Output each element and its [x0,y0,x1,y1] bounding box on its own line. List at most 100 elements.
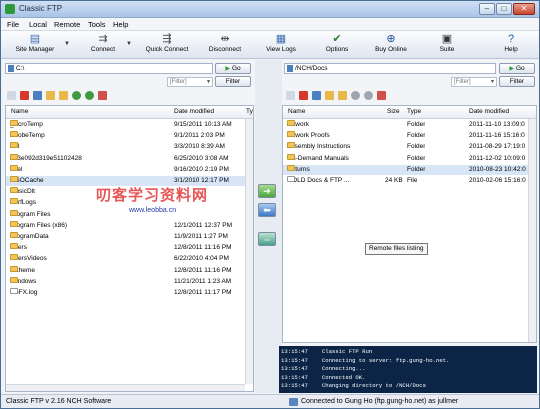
table-row[interactable]: Returns Folder 2010-08-23 10:42:0 [283,164,536,175]
local-go-button[interactable]: ▶ Go [215,63,251,74]
menu-tools[interactable]: Tools [88,20,106,29]
date-cell: 12/8/2011 11:16 PM [174,266,232,274]
forward-icon[interactable] [84,91,94,100]
table-row[interactable]: On-Demand Manuals Folder 2011-12-02 10:09:… [283,153,536,164]
menu-file[interactable]: File [7,20,19,29]
back-icon[interactable] [71,91,81,100]
log-message: Connected OK. [321,373,366,381]
col-date-modified[interactable]: Date modified [174,108,214,115]
suite-button[interactable]: ▣ Suite [431,33,463,57]
drive-icon [8,65,14,72]
chevron-down-icon[interactable]: ▼ [490,78,495,86]
disconnect-button[interactable]: ⇹ Disconnect [203,33,247,57]
quick-connect-button[interactable]: ⇶ Quick Connect [141,33,193,57]
connect-label: Connect [90,46,116,53]
properties-icon[interactable] [311,91,321,100]
forward-icon[interactable] [363,91,373,100]
folder-icon [287,153,295,160]
table-row[interactable]: ProgramData11/9/2011 1:27 PMFil [6,232,253,242]
properties-icon[interactable] [32,91,42,100]
view-icon[interactable] [7,91,16,100]
menu-help[interactable]: Help [113,20,128,29]
log-time: 13:15:47 [281,348,308,355]
buy-online-button[interactable]: ⊕ Buy Online [369,33,413,57]
delete-icon[interactable] [298,91,308,100]
upload-arrow-icon[interactable]: ➔ [258,184,276,198]
table-row[interactable]: Artwork Folder 2011-11-10 13:09:0 [283,120,536,130]
local-filter-placeholder: [Filter] [170,79,187,85]
col-type[interactable]: Type [407,108,421,115]
local-path-input[interactable]: C:\ [5,63,213,74]
minimize-icon[interactable]: – [479,3,495,15]
chevron-down-icon[interactable]: ▼ [206,78,211,86]
quick-connect-label: Quick Connect [145,46,189,53]
up-folder-icon[interactable] [45,91,55,100]
table-row[interactable]: GOLD Docs & FTP ... 24 KB File 2010-02-06 1… [283,176,536,186]
up-folder-icon[interactable] [337,91,347,100]
sync-arrow-icon[interactable]: ⇔ [258,232,276,246]
col-size[interactable]: Size [387,108,400,115]
chevron-down-icon[interactable]: ▼ [126,41,132,47]
local-filter-input[interactable]: [Filter] ▼ [167,77,213,87]
table-row[interactable]: UsersVideos6/22/2010 4:04 PMFil [6,254,253,264]
file-name: Assembly Instructions [287,143,351,151]
file-name-cell: _AcroTemp [10,120,170,130]
status-connection: Connected to Gung Ho (ftp.gung-ho.net) a… [301,398,459,405]
view-icon[interactable] [286,91,295,100]
table-row[interactable]: ATI3/3/2010 8:39 AMFil [6,142,253,152]
site-manager-button[interactable]: ▤ Site Manager ▼ [7,33,70,57]
chevron-down-icon[interactable]: ▼ [64,41,70,47]
table-row[interactable]: uxtheme12/8/2011 11:16 PMFil [6,265,253,276]
toolbar: ▤ Site Manager ▼ ⇉ Connect ▼ ⇶ Quick Con… [1,31,539,59]
table-row[interactable]: Users12/8/2011 11:16 PMFil [6,243,253,253]
local-path-text: C:\ [16,65,25,72]
col-type[interactable]: Ty [246,108,253,115]
date-cell: 12/8/2011 11:17 PM [174,289,232,296]
table-row[interactable]: Program Files (x86)12/1/2011 12:37 PMFil [6,220,253,231]
table-row[interactable]: Intel9/16/2010 2:19 PMFil [6,164,253,175]
help-button[interactable]: ? Help [497,33,525,57]
menu-remote[interactable]: Remote [54,20,80,29]
delete-icon[interactable] [19,91,29,100]
download-arrow-icon[interactable]: ⬅ [258,203,276,217]
remote-path-text: /NCH/Docs [295,65,328,72]
col-name[interactable]: Name [11,108,28,115]
site-manager-label: Site Manager [15,46,55,53]
new-folder-icon[interactable] [58,91,68,100]
local-vertical-scrollbar[interactable] [245,119,253,384]
table-row[interactable]: AdobeTemp9/1/2011 2:03 PMFil [6,131,253,141]
options-button[interactable]: ✔ Options [317,33,357,57]
table-row[interactable]: _AcroTemp9/15/2011 10:13 AMFil [6,120,253,130]
menu-local[interactable]: Local [29,20,47,29]
table-row[interactable]: IcoFX.log12/8/2011 11:17 PMTex [6,288,253,298]
local-horizontal-scrollbar[interactable] [6,384,245,391]
back-icon[interactable] [350,91,360,100]
table-row[interactable]: Windows11/21/2011 1:23 AMFil [6,276,253,287]
refresh-icon[interactable] [376,91,386,100]
view-logs-button[interactable]: ▦ View Logs [259,33,303,57]
col-name[interactable]: Name [288,108,305,115]
file-name-cell: AdobeTemp [10,131,170,141]
file-name-cell: b93e092d319e51102428 [10,153,170,164]
remote-vertical-scrollbar[interactable] [528,119,536,342]
type-cell: Folder [407,154,426,162]
disconnect-label: Disconnect [208,46,242,53]
new-folder-icon[interactable] [324,91,334,100]
folder-icon [10,198,18,205]
remote-go-button[interactable]: ▶ Go [499,63,535,74]
table-row[interactable]: b93e092d319e511024286/25/2010 3:08 AMFil [6,153,253,164]
remote-filter-input[interactable]: [Filter] ▼ [451,77,497,87]
connect-button[interactable]: ⇉ Connect ▼ [81,33,132,57]
close-icon[interactable]: ✕ [513,3,535,15]
log-message: Classic FTP Run [321,348,373,355]
file-icon [287,176,295,182]
remote-icon-bar [286,91,388,103]
table-row[interactable]: Artwork Proofs Folder 2011-11-16 15:16:0 [283,131,536,141]
maximize-icon[interactable]: □ [496,3,512,15]
local-filter-button[interactable]: Filter [215,76,251,87]
col-date-modified[interactable]: Date modified [469,108,509,115]
remote-filter-button[interactable]: Filter [499,76,535,87]
remote-path-input[interactable]: /NCH/Docs [284,63,496,74]
refresh-icon[interactable] [97,91,107,100]
table-row[interactable]: Assembly Instructions Folder 2011-08-29 17… [283,142,536,152]
